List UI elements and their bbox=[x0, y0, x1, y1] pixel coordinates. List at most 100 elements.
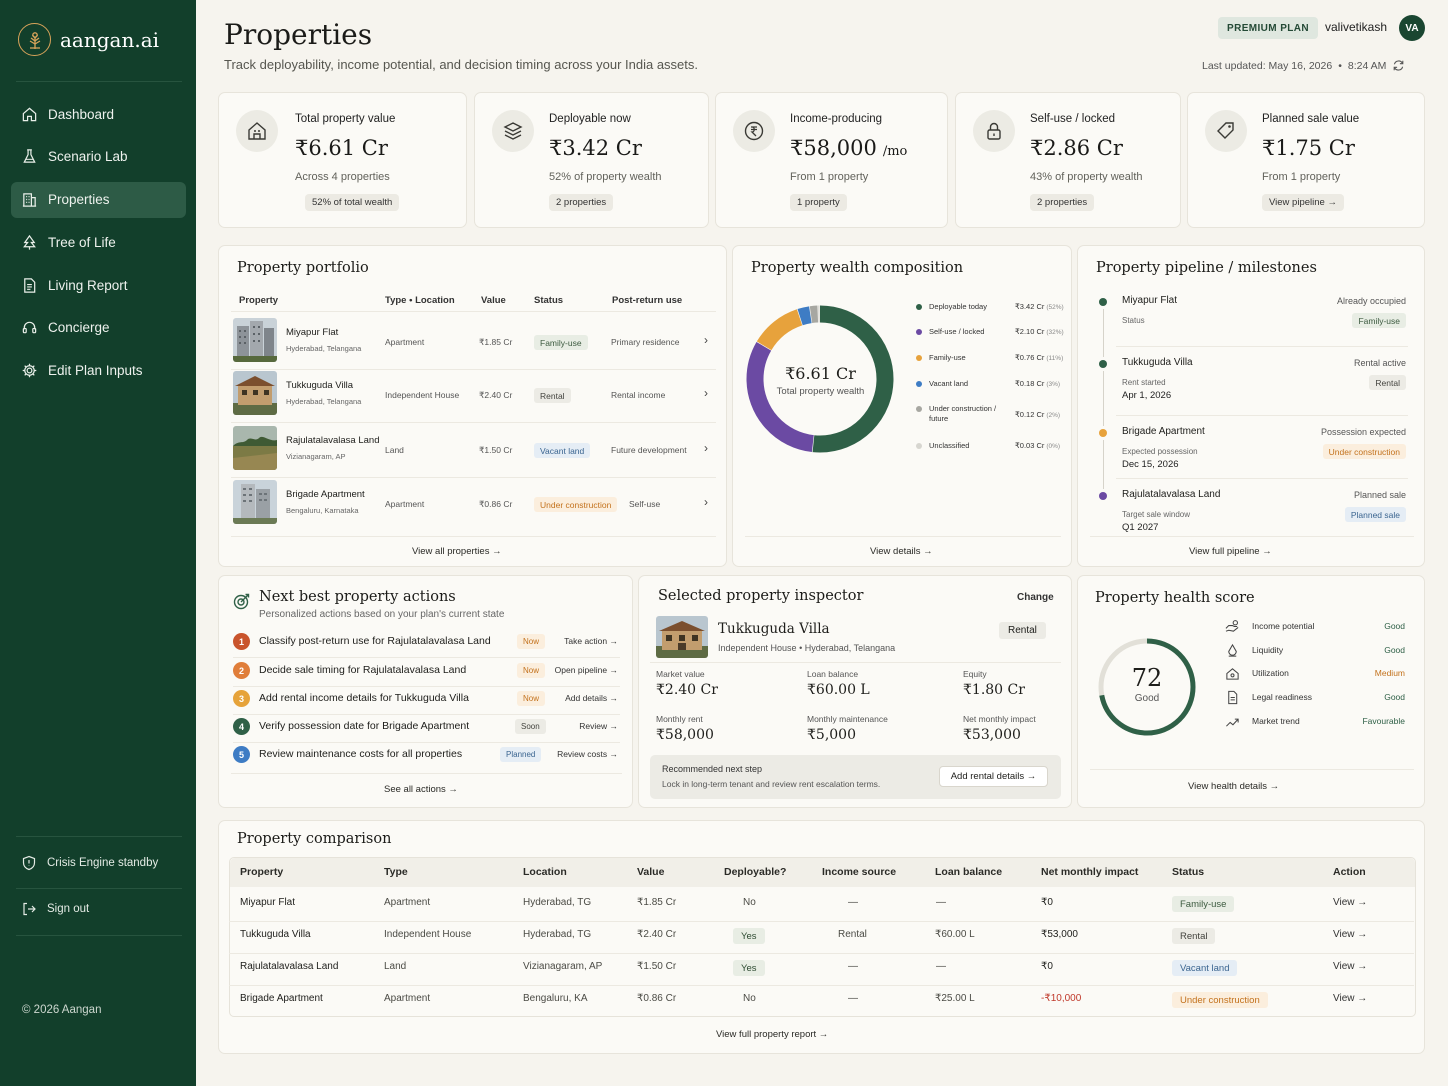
portfolio-row[interactable]: Tukkuguda Villa Hyderabad, Telangana Indep… bbox=[219, 371, 726, 423]
view-details-link[interactable]: View details → bbox=[870, 546, 933, 557]
action-priority-badge: Now bbox=[517, 663, 546, 678]
house-icon bbox=[236, 110, 278, 152]
kpi-subtext: 43% of property wealth bbox=[1030, 171, 1143, 183]
sidebar-item-living-report[interactable]: Living Report bbox=[11, 267, 186, 303]
pipeline-connector bbox=[1102, 309, 1104, 357]
legend-swatch bbox=[916, 304, 922, 310]
sidebar-item-tree-of-life[interactable]: Tree of Life bbox=[11, 224, 186, 260]
sidebar-item-label: Properties bbox=[48, 192, 110, 208]
sidebar-item-scenario-lab[interactable]: Scenario Lab bbox=[11, 139, 186, 175]
post-return-use: Self-use bbox=[629, 499, 661, 509]
pipeline-property-name: Brigade Apartment bbox=[1122, 426, 1205, 437]
pipeline-dot bbox=[1099, 429, 1107, 437]
avatar[interactable]: VA bbox=[1399, 15, 1425, 41]
chevron-right-icon[interactable]: › bbox=[704, 333, 708, 347]
sidebar-item-label: Edit Plan Inputs bbox=[48, 363, 143, 379]
portfolio-row[interactable]: Miyapur Flat Hyderabad, Telangana Apartmen… bbox=[219, 318, 726, 370]
action-cta-link[interactable]: Review → bbox=[579, 721, 618, 731]
recommendation-title: Recommended next step bbox=[662, 764, 763, 774]
health-factor: Legal readiness Good bbox=[1225, 690, 1407, 706]
action-cta-link[interactable]: Take action → bbox=[564, 636, 618, 646]
action-item: 5 Review maintenance costs for all proper… bbox=[219, 745, 632, 767]
view-full-report-link[interactable]: View full property report → bbox=[716, 1029, 828, 1040]
kpi-chip: 2 properties bbox=[1030, 194, 1095, 211]
view-property-link[interactable]: View → bbox=[1333, 929, 1367, 940]
chevron-right-icon[interactable]: › bbox=[704, 386, 708, 400]
view-health-details-link[interactable]: View health details → bbox=[1188, 781, 1279, 792]
comparison-row: Miyapur Flat Apartment Hyderabad, TG ₹1.85 … bbox=[229, 889, 1414, 921]
see-all-actions-link[interactable]: See all actions → bbox=[384, 784, 458, 795]
health-factor-value: Medium bbox=[1374, 668, 1405, 678]
row-divider bbox=[231, 477, 716, 478]
recommendation-box: Recommended next step Lock in long-term … bbox=[650, 755, 1061, 799]
row-divider bbox=[1116, 346, 1408, 347]
kpi-label: Income-producing bbox=[790, 113, 883, 125]
portfolio-title: Property portfolio bbox=[237, 260, 369, 276]
view-all-properties-link[interactable]: View all properties → bbox=[412, 546, 502, 557]
sidebar-item-properties[interactable]: Properties bbox=[11, 181, 186, 218]
pipeline-status-badge: Rental bbox=[1369, 375, 1406, 390]
user-name[interactable]: valivetikash bbox=[1325, 20, 1387, 34]
kpi-chip: 1 property bbox=[790, 194, 847, 211]
action-cta-link[interactable]: Add details → bbox=[565, 693, 618, 703]
income-source: — bbox=[848, 961, 858, 972]
home-icon bbox=[21, 106, 38, 123]
portfolio-column-header: Post-return use bbox=[612, 295, 683, 306]
health-title: Property health score bbox=[1095, 590, 1255, 606]
kpi-chip: 52% of total wealth bbox=[305, 194, 400, 211]
portfolio-header-divider bbox=[231, 311, 716, 312]
view-property-link[interactable]: View → bbox=[1333, 897, 1367, 908]
sidebar-item-edit-plan-inputs[interactable]: Edit Plan Inputs bbox=[11, 353, 186, 389]
income-source: — bbox=[848, 993, 858, 1004]
villa-thumbnail bbox=[656, 616, 708, 658]
row-divider bbox=[1116, 415, 1408, 416]
action-cta-link[interactable]: Review costs → bbox=[557, 749, 618, 759]
sidebar-divider bbox=[16, 935, 182, 936]
sidebar-item-concierge[interactable]: Concierge bbox=[11, 310, 186, 346]
chevron-right-icon[interactable]: › bbox=[704, 441, 708, 455]
tree-icon bbox=[21, 234, 38, 251]
pipeline-item[interactable]: Miyapur Flat Already occupied Status Family… bbox=[1078, 294, 1424, 357]
legend-value-amount: ₹0.76 Cr bbox=[1015, 353, 1045, 362]
sidebar-item-label: Dashboard bbox=[48, 106, 115, 122]
portfolio-column-header: Status bbox=[534, 295, 564, 306]
app-logo[interactable]: aangan.ai bbox=[18, 23, 159, 56]
pipeline-item[interactable]: Rajulatalavalasa Land Planned sale Target … bbox=[1078, 488, 1424, 548]
view-property-link[interactable]: View → bbox=[1333, 961, 1367, 972]
chevron-right-icon[interactable]: › bbox=[704, 495, 708, 509]
portfolio-row[interactable]: Rajulatalavalasa Land Vizianagaram, AP Lan… bbox=[219, 426, 726, 478]
view-pipeline-button[interactable]: View pipeline → bbox=[1262, 194, 1344, 211]
kpi-card-2: Deployable now ₹3.42 Cr 52% of property we… bbox=[474, 92, 709, 228]
inspector-status-badge: Rental bbox=[999, 622, 1046, 639]
property-thumbnail bbox=[233, 318, 277, 362]
comparison-value: ₹2.40 Cr bbox=[637, 929, 677, 940]
action-priority-badge: Planned bbox=[500, 747, 542, 762]
property-value: ₹1.50 Cr bbox=[479, 445, 513, 455]
crisis-engine-status[interactable]: Crisis Engine standby bbox=[21, 855, 158, 871]
comparison-location: Bengaluru, KA bbox=[523, 993, 588, 1004]
portfolio-column-header: Property bbox=[239, 295, 279, 306]
pipeline-property-name: Tukkuguda Villa bbox=[1122, 357, 1193, 368]
pipeline-item[interactable]: Tukkuguda Villa Rental active Rent started… bbox=[1078, 356, 1424, 426]
post-return-use: Primary residence bbox=[611, 337, 680, 347]
status-badge: Under construction bbox=[534, 497, 618, 512]
portfolio-row[interactable]: Brigade Apartment Bengaluru, Karnataka Apa… bbox=[219, 480, 726, 528]
legend-swatch bbox=[916, 406, 922, 412]
portfolio-column-header: Type • Location bbox=[385, 295, 455, 306]
deployable-badge: Yes bbox=[733, 960, 765, 976]
refresh-icon[interactable] bbox=[1392, 59, 1405, 72]
sign-out-button[interactable]: Sign out bbox=[21, 901, 89, 917]
property-value: ₹0.86 Cr bbox=[479, 499, 513, 509]
view-property-link[interactable]: View → bbox=[1333, 993, 1367, 1004]
post-return-use: Rental income bbox=[611, 390, 666, 400]
comparison-column-header: Property bbox=[240, 866, 284, 878]
sidebar-item-dashboard[interactable]: Dashboard bbox=[11, 96, 186, 132]
pipeline-item[interactable]: Brigade Apartment Possession expected Expe… bbox=[1078, 425, 1424, 489]
change-property-button[interactable]: Change bbox=[1017, 592, 1054, 603]
deployable-badge: Yes bbox=[733, 928, 765, 944]
health-footer-divider bbox=[1090, 769, 1414, 770]
add-rental-details-button[interactable]: Add rental details → bbox=[939, 766, 1048, 787]
kpi-value: ₹6.61 Cr bbox=[295, 136, 388, 160]
action-cta-link[interactable]: Open pipeline → bbox=[555, 665, 618, 675]
last-updated: Last updated: May 16, 2026 • 8:24 AM bbox=[1202, 59, 1405, 72]
